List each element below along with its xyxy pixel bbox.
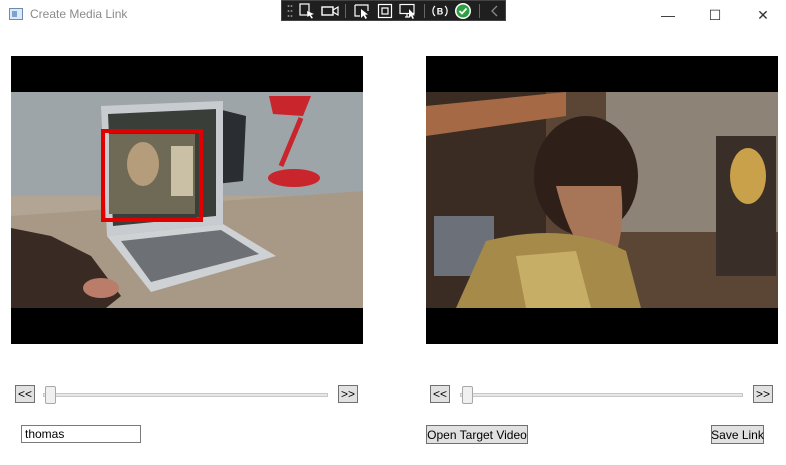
toolbar-separator xyxy=(478,3,480,18)
video-record-icon[interactable] xyxy=(320,2,340,20)
minimize-button[interactable]: — xyxy=(645,0,691,30)
source-seek-track[interactable] xyxy=(43,393,328,397)
save-link-button[interactable]: Save Link xyxy=(711,425,764,444)
target-seek-track[interactable] xyxy=(460,393,743,397)
display-select-icon[interactable] xyxy=(398,2,418,20)
selection-highlight-box[interactable] xyxy=(101,129,203,222)
link-name-input[interactable]: thomas xyxy=(21,425,141,443)
drag-handle-icon[interactable] xyxy=(286,2,293,20)
source-prev-button[interactable]: << xyxy=(15,385,35,403)
target-seek-thumb[interactable] xyxy=(462,386,473,404)
svg-text:B: B xyxy=(437,6,444,16)
toolbar-separator xyxy=(345,3,347,18)
checkmark-circle-icon[interactable] xyxy=(453,2,473,20)
app-icon xyxy=(9,8,23,20)
window-title: Create Media Link xyxy=(30,7,128,21)
track-focused-icon[interactable]: B xyxy=(430,2,450,20)
source-next-button[interactable]: >> xyxy=(338,385,358,403)
select-element-icon[interactable] xyxy=(296,2,316,20)
frame-select-icon[interactable] xyxy=(375,2,395,20)
open-target-video-button[interactable]: Open Target Video xyxy=(426,425,528,444)
target-video-frame xyxy=(426,56,778,344)
target-video-player[interactable] xyxy=(426,56,778,344)
source-seek-thumb[interactable] xyxy=(45,386,56,404)
pointer-select-icon[interactable] xyxy=(351,2,371,20)
target-next-button[interactable]: >> xyxy=(753,385,773,403)
maximize-button[interactable]: ☐ xyxy=(692,0,738,30)
toolbar-separator xyxy=(423,3,425,18)
target-prev-button[interactable]: << xyxy=(430,385,450,403)
close-button[interactable]: ✕ xyxy=(740,0,786,30)
capture-toolbar: B xyxy=(281,0,506,21)
collapse-chevron-icon[interactable] xyxy=(485,2,505,20)
